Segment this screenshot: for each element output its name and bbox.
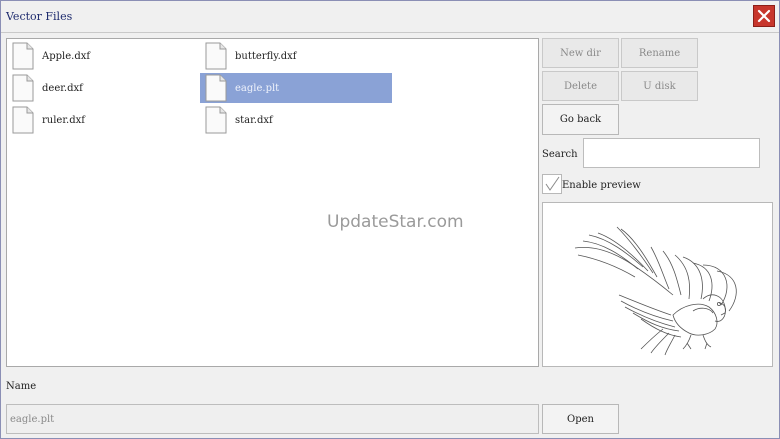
file-item-butterfly[interactable]: butterfly.dxf (200, 41, 392, 71)
window-title: Vector Files (6, 10, 73, 23)
document-icon (12, 106, 34, 134)
close-icon (757, 9, 771, 23)
file-name: star.dxf (235, 114, 273, 126)
document-icon (12, 42, 34, 70)
rename-button[interactable]: Rename (621, 38, 698, 68)
file-name: eagle.plt (235, 82, 280, 94)
close-button[interactable] (753, 5, 775, 27)
file-item-deer[interactable]: deer.dxf (7, 73, 197, 103)
enable-preview-checkbox[interactable] (542, 174, 562, 194)
enable-preview-label: Enable preview (562, 180, 641, 191)
file-name: deer.dxf (42, 82, 83, 94)
file-item-ruler[interactable]: ruler.dxf (7, 105, 197, 135)
document-icon (12, 74, 34, 102)
file-item-star[interactable]: star.dxf (200, 105, 392, 135)
search-label: Search (542, 149, 578, 160)
search-input[interactable] (583, 138, 760, 168)
file-item-eagle[interactable]: eagle.plt (200, 73, 392, 103)
file-list[interactable]: Apple.dxf butterfly.dxf deer.dxf eagle.p… (6, 38, 539, 367)
document-icon (205, 106, 227, 134)
file-name: ruler.dxf (42, 114, 85, 126)
open-button[interactable]: Open (542, 404, 619, 434)
eagle-preview-image (574, 226, 737, 356)
delete-button[interactable]: Delete (542, 71, 619, 101)
file-name: Apple.dxf (42, 50, 91, 62)
u-disk-button[interactable]: U disk (621, 71, 698, 101)
new-dir-button[interactable]: New dir (542, 38, 619, 68)
preview-pane (542, 202, 773, 367)
vector-files-dialog: Vector Files Apple.dxf butterfly.dxf dee… (0, 0, 780, 439)
go-back-button[interactable]: Go back (542, 104, 619, 135)
file-name-input[interactable] (6, 404, 539, 434)
document-icon (205, 74, 227, 102)
checkmark-icon (545, 176, 560, 191)
file-name: butterfly.dxf (235, 50, 297, 62)
watermark: UpdateStar.com (327, 212, 464, 232)
document-icon (205, 42, 227, 70)
title-bar: Vector Files (1, 1, 779, 33)
file-item-apple[interactable]: Apple.dxf (7, 41, 197, 71)
name-label: Name (6, 381, 37, 392)
